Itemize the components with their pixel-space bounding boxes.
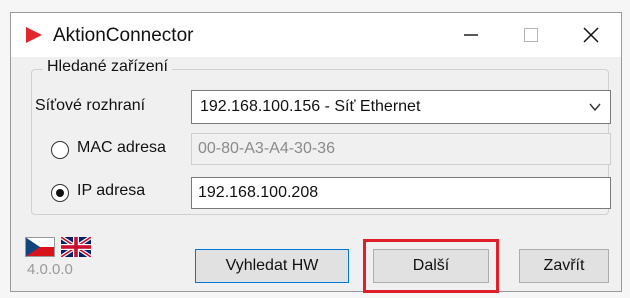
network-interface-label: Síťové rozhraní: [35, 97, 146, 114]
chevron-down-icon: [589, 103, 601, 112]
uk-flag-icon[interactable]: [61, 237, 91, 257]
ip-address-value: 192.168.100.208: [198, 184, 319, 201]
version-label: 4.0.0.0: [27, 261, 73, 278]
mac-address-value: 00-80-A3-A4-30-36: [198, 140, 335, 157]
ip-address-label: IP adresa: [77, 182, 146, 199]
close-button[interactable]: Zavřít: [519, 249, 609, 283]
close-window-button[interactable]: [561, 13, 621, 57]
search-hw-button[interactable]: Vyhledat HW: [195, 249, 349, 283]
mac-address-label: MAC adresa: [77, 139, 166, 156]
ip-address-radio[interactable]: [51, 184, 69, 202]
maximize-icon: [524, 28, 538, 42]
close-icon: [583, 27, 599, 43]
minimize-button[interactable]: [441, 13, 501, 57]
window-title: AktionConnector: [53, 25, 194, 46]
network-interface-value: 192.168.100.156 - Síť Ethernet: [200, 98, 421, 115]
czech-flag-icon[interactable]: [25, 237, 55, 257]
minimize-icon: [464, 34, 478, 36]
ip-address-field[interactable]: 192.168.100.208: [191, 177, 611, 209]
aktionconnector-window: AktionConnector Hledané zařízení Síťové …: [10, 12, 622, 293]
maximize-button[interactable]: [501, 13, 561, 57]
mac-address-field: 00-80-A3-A4-30-36: [191, 133, 611, 165]
radio-selected-dot: [56, 189, 64, 197]
mac-address-radio[interactable]: [51, 141, 69, 159]
title-bar[interactable]: AktionConnector: [11, 13, 621, 57]
network-interface-select[interactable]: 192.168.100.156 - Síť Ethernet: [191, 90, 611, 124]
app-logo-icon: [26, 27, 42, 43]
group-label: Hledané zařízení: [43, 58, 172, 76]
next-button-highlight: [363, 239, 499, 293]
